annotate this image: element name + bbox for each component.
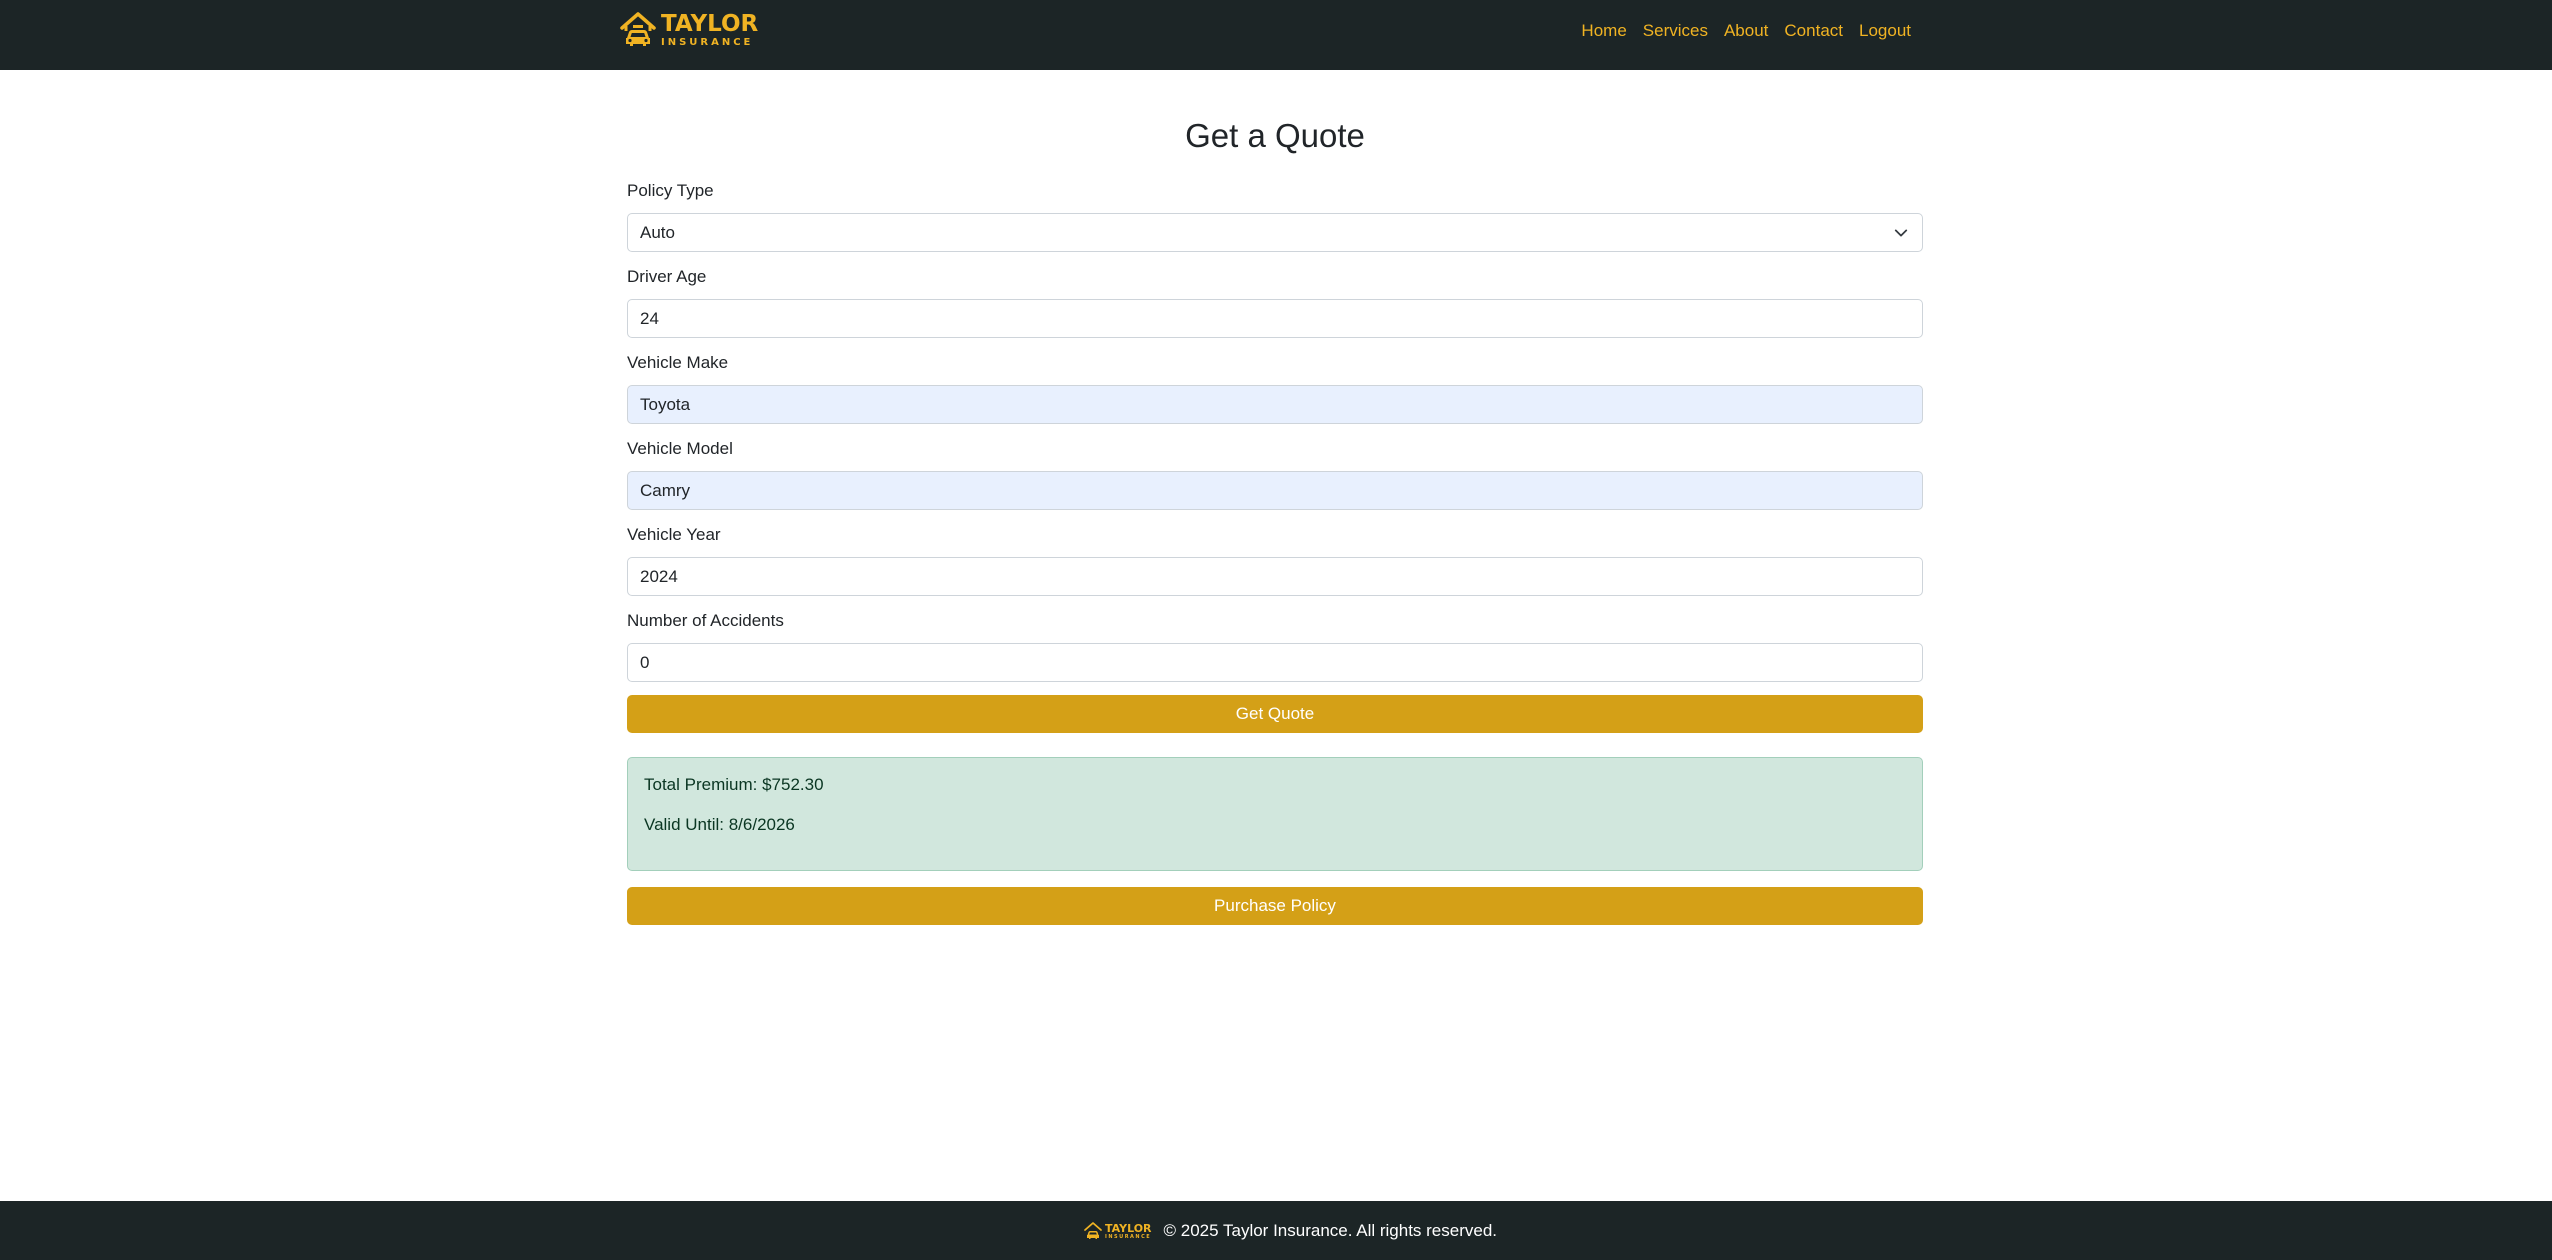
footer-logo: TAYLOR INSURANCE (1083, 1221, 1152, 1241)
vehicle-year-group: Vehicle Year 2024 (627, 524, 1923, 596)
nav-home-link[interactable]: Home (1573, 20, 1634, 42)
vehicle-year-value: 2024 (640, 567, 678, 586)
driver-age-value: 24 (640, 309, 659, 328)
vehicle-make-value: Toyota (640, 395, 691, 414)
vehicle-model-input[interactable]: Camry (627, 471, 1923, 510)
vehicle-make-group: Vehicle Make Toyota (627, 352, 1923, 424)
vehicle-make-label: Vehicle Make (627, 353, 729, 372)
total-premium-text: Total Premium: $752.30 (644, 775, 824, 794)
copyright-text: © 2025 Taylor Insurance. All rights rese… (1163, 1221, 1498, 1240)
vehicle-year-label: Vehicle Year (627, 525, 721, 544)
footer-brand-subtitle: INSURANCE (1105, 1233, 1152, 1240)
policy-type-label: Policy Type (627, 181, 714, 200)
policy-type-value: Auto (640, 223, 675, 242)
policy-type-group: Policy Type Auto (627, 180, 1923, 252)
quote-form-container: Get a Quote Policy Type Auto Driver Age … (627, 110, 1923, 925)
get-quote-button[interactable]: Get Quote (627, 695, 1923, 733)
accidents-input[interactable]: 0 (627, 643, 1923, 682)
nav-logout-link[interactable]: Logout (1851, 20, 1919, 42)
chevron-down-icon (1894, 229, 1908, 237)
brand-name: TAYLOR (661, 10, 759, 37)
navbar: TAYLOR INSURANCE Home Services About Con… (0, 0, 2552, 70)
brand-subtitle: INSURANCE (661, 36, 754, 48)
nav-about-link[interactable]: About (1716, 20, 1776, 42)
purchase-policy-button[interactable]: Purchase Policy (627, 887, 1923, 925)
accidents-value: 0 (640, 653, 650, 672)
policy-type-select[interactable]: Auto (627, 213, 1923, 252)
valid-until-text: Valid Until: 8/6/2026 (644, 815, 795, 834)
brand-logo[interactable]: TAYLOR INSURANCE (619, 10, 758, 50)
page-title: Get a Quote (1185, 117, 1365, 154)
vehicle-model-label: Vehicle Model (627, 439, 733, 458)
vehicle-make-input[interactable]: Toyota (627, 385, 1923, 424)
footer: TAYLOR INSURANCE © 2025 Taylor Insurance… (0, 1201, 2552, 1260)
nav-links: Home Services About Contact Logout (1573, 20, 1919, 42)
vehicle-model-group: Vehicle Model Camry (627, 438, 1923, 510)
driver-age-label: Driver Age (627, 267, 707, 286)
house-car-icon (1084, 1222, 1102, 1239)
house-car-icon (620, 12, 656, 46)
footer-brand-name: TAYLOR (1105, 1221, 1152, 1235)
driver-age-group: Driver Age 24 (627, 266, 1923, 338)
vehicle-model-value: Camry (640, 481, 691, 500)
nav-services-link[interactable]: Services (1635, 20, 1716, 42)
accidents-group: Number of Accidents 0 (627, 610, 1923, 682)
accidents-label: Number of Accidents (627, 611, 784, 630)
nav-contact-link[interactable]: Contact (1776, 20, 1851, 42)
driver-age-input[interactable]: 24 (627, 299, 1923, 338)
quote-result-alert: Total Premium: $752.30 Valid Until: 8/6/… (627, 757, 1923, 871)
vehicle-year-input[interactable]: 2024 (627, 557, 1923, 596)
